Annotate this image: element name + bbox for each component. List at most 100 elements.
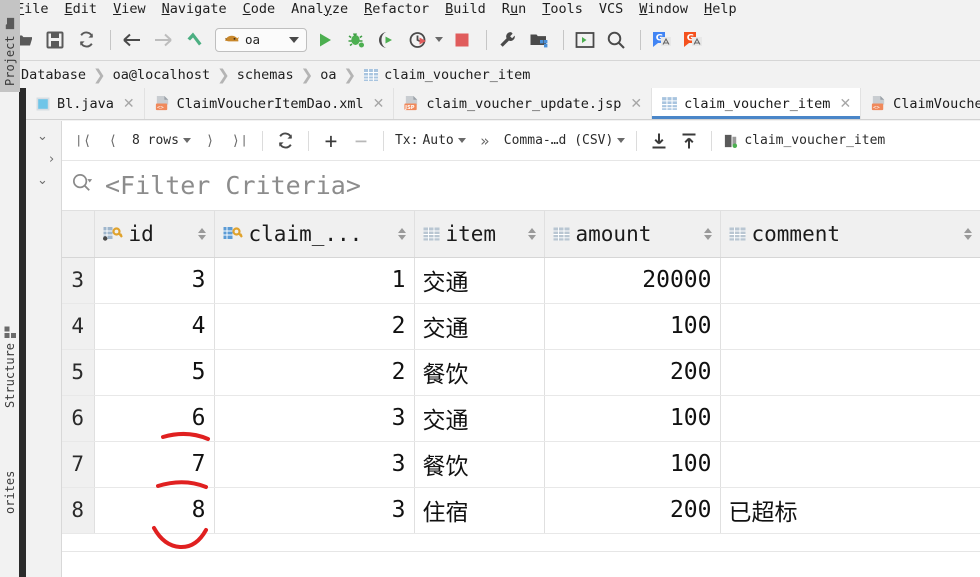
- debug-icon[interactable]: [342, 26, 370, 54]
- cell-item[interactable]: 交通: [414, 257, 545, 304]
- cell-item[interactable]: 餐饮: [414, 441, 545, 488]
- cell-id[interactable]: 4: [94, 303, 215, 350]
- translate-reverse-icon[interactable]: G: [679, 26, 707, 54]
- cell-claim[interactable]: 2: [214, 303, 415, 350]
- table-row[interactable]: 3 3 1 交通 20000: [62, 257, 980, 304]
- sort-arrows-icon[interactable]: [197, 227, 206, 240]
- close-icon[interactable]: ✕: [373, 96, 385, 112]
- editor-tab-table[interactable]: claim_voucher_item ✕: [652, 88, 862, 119]
- run-coverage-icon[interactable]: [373, 26, 401, 54]
- menu-item-tools[interactable]: Tools: [534, 0, 591, 19]
- sort-arrows-icon[interactable]: [397, 227, 406, 240]
- cell-claim[interactable]: 3: [214, 441, 415, 488]
- cell-claim[interactable]: 3: [214, 487, 415, 534]
- save-icon[interactable]: [41, 26, 69, 54]
- arrow-forward-icon[interactable]: [149, 26, 177, 54]
- close-icon[interactable]: ✕: [123, 96, 135, 112]
- cell-id[interactable]: 3: [94, 257, 215, 304]
- tool-window-structure[interactable]: Structure: [0, 310, 20, 414]
- cell-id[interactable]: 7: [94, 441, 215, 488]
- column-header-claim[interactable]: claim_...: [214, 211, 415, 258]
- cell-item[interactable]: 交通: [414, 303, 545, 350]
- profiler-dropdown[interactable]: [435, 37, 443, 42]
- translate-icon[interactable]: G: [648, 26, 676, 54]
- menu-item-view[interactable]: View: [105, 0, 154, 19]
- tool-window-project[interactable]: Project: [0, 0, 20, 92]
- editor-tab-xml-dao[interactable]: <> ClaimVoucherItemDao.xml ✕: [145, 88, 395, 119]
- cell-id[interactable]: 6: [94, 395, 215, 442]
- table-row[interactable]: 8 8 3 住宿 200 已超标: [62, 487, 980, 534]
- chevron-down-icon[interactable]: [289, 36, 299, 43]
- column-header-item[interactable]: item: [414, 211, 545, 258]
- breadcrumb-item-table[interactable]: claim_voucher_item: [358, 67, 535, 83]
- menu-item-code[interactable]: Code: [235, 0, 284, 19]
- menu-item-run[interactable]: Run: [494, 0, 534, 19]
- cell-item[interactable]: 餐饮: [414, 349, 545, 396]
- upload-icon[interactable]: [676, 128, 702, 154]
- table-row[interactable]: 7 7 3 餐饮 100: [62, 441, 980, 488]
- table-row[interactable]: 5 5 2 餐饮 200: [62, 349, 980, 396]
- sort-arrows-icon[interactable]: [963, 227, 972, 240]
- stop-icon[interactable]: [448, 26, 476, 54]
- sort-arrows-icon[interactable]: [527, 227, 536, 240]
- cell-comment[interactable]: [720, 257, 980, 304]
- cell-amount[interactable]: 100: [544, 441, 721, 488]
- menu-item-analyze[interactable]: Analyze: [283, 0, 356, 19]
- editor-tab-jsp[interactable]: JSP claim_voucher_update.jsp ✕: [394, 88, 653, 119]
- breadcrumb-item-schemas[interactable]: schemas: [232, 67, 299, 83]
- filter-criteria-input[interactable]: <Filter Criteria>: [105, 171, 361, 200]
- breadcrumb-item-database[interactable]: Database: [16, 67, 91, 83]
- table-row[interactable]: 4 4 2 交通 100: [62, 303, 980, 350]
- sort-arrows-icon[interactable]: [703, 227, 712, 240]
- close-icon[interactable]: ✕: [839, 96, 851, 112]
- search-icon[interactable]: [602, 26, 630, 54]
- cell-id[interactable]: 8: [94, 487, 215, 534]
- menu-item-refactor[interactable]: Refactor: [356, 0, 437, 19]
- editor-tab-xml-da[interactable]: <> ClaimVoucherDa: [861, 88, 980, 119]
- cell-comment[interactable]: [720, 441, 980, 488]
- close-icon[interactable]: ✕: [630, 96, 642, 112]
- column-header-comment[interactable]: comment: [720, 211, 980, 258]
- update-project-icon[interactable]: [180, 26, 208, 54]
- menu-item-build[interactable]: Build: [437, 0, 494, 19]
- expand-chevron-icon[interactable]: ›: [49, 152, 54, 167]
- run-icon[interactable]: [311, 26, 339, 54]
- cell-amount[interactable]: 100: [544, 395, 721, 442]
- prev-page-button[interactable]: ⟨: [100, 128, 126, 154]
- row-count-selector[interactable]: 8 rows: [128, 133, 195, 148]
- arrow-back-icon[interactable]: [118, 26, 146, 54]
- transaction-mode-selector[interactable]: Tx: Auto: [391, 133, 470, 148]
- next-page-button[interactable]: ⟩: [197, 128, 223, 154]
- breadcrumb-item-schema[interactable]: oa: [315, 67, 341, 83]
- download-icon[interactable]: [646, 128, 672, 154]
- cell-comment[interactable]: [720, 395, 980, 442]
- filter-bar[interactable]: <Filter Criteria>: [62, 161, 980, 211]
- cell-comment[interactable]: 已超标: [720, 487, 980, 534]
- cell-claim[interactable]: 1: [214, 257, 415, 304]
- terminal-icon[interactable]: [571, 26, 599, 54]
- output-format-selector[interactable]: Comma-…d (CSV): [500, 133, 630, 148]
- menu-item-vcs[interactable]: VCS: [591, 0, 631, 19]
- filter-search-icon[interactable]: [70, 171, 95, 200]
- cell-id[interactable]: 5: [94, 349, 215, 396]
- table-row[interactable]: 6 6 3 交通 100: [62, 395, 980, 442]
- cell-amount[interactable]: 20000: [544, 257, 721, 304]
- editor-tab-java[interactable]: Bl.java ✕: [26, 88, 145, 119]
- add-row-button[interactable]: +: [318, 128, 344, 154]
- cell-item[interactable]: 住宿: [414, 487, 545, 534]
- reload-icon[interactable]: [272, 128, 299, 154]
- cell-comment[interactable]: [720, 303, 980, 350]
- menu-item-navigate[interactable]: Navigate: [154, 0, 235, 19]
- tool-window-favorites[interactable]: orites: [0, 430, 20, 520]
- project-structure-icon[interactable]: [525, 26, 553, 54]
- collapse-chevron-top-icon[interactable]: ⌄: [37, 129, 48, 144]
- wrench-icon[interactable]: [494, 26, 522, 54]
- column-header-id[interactable]: id: [94, 211, 215, 258]
- last-page-button[interactable]: ⟩❘: [227, 128, 253, 154]
- column-header-amount[interactable]: amount: [544, 211, 721, 258]
- run-configuration-selector[interactable]: oa: [215, 27, 307, 52]
- first-page-button[interactable]: ❘⟨: [70, 128, 96, 154]
- breadcrumb-item-connection[interactable]: oa@localhost: [108, 67, 216, 83]
- cell-item[interactable]: 交通: [414, 395, 545, 442]
- cell-claim[interactable]: 3: [214, 395, 415, 442]
